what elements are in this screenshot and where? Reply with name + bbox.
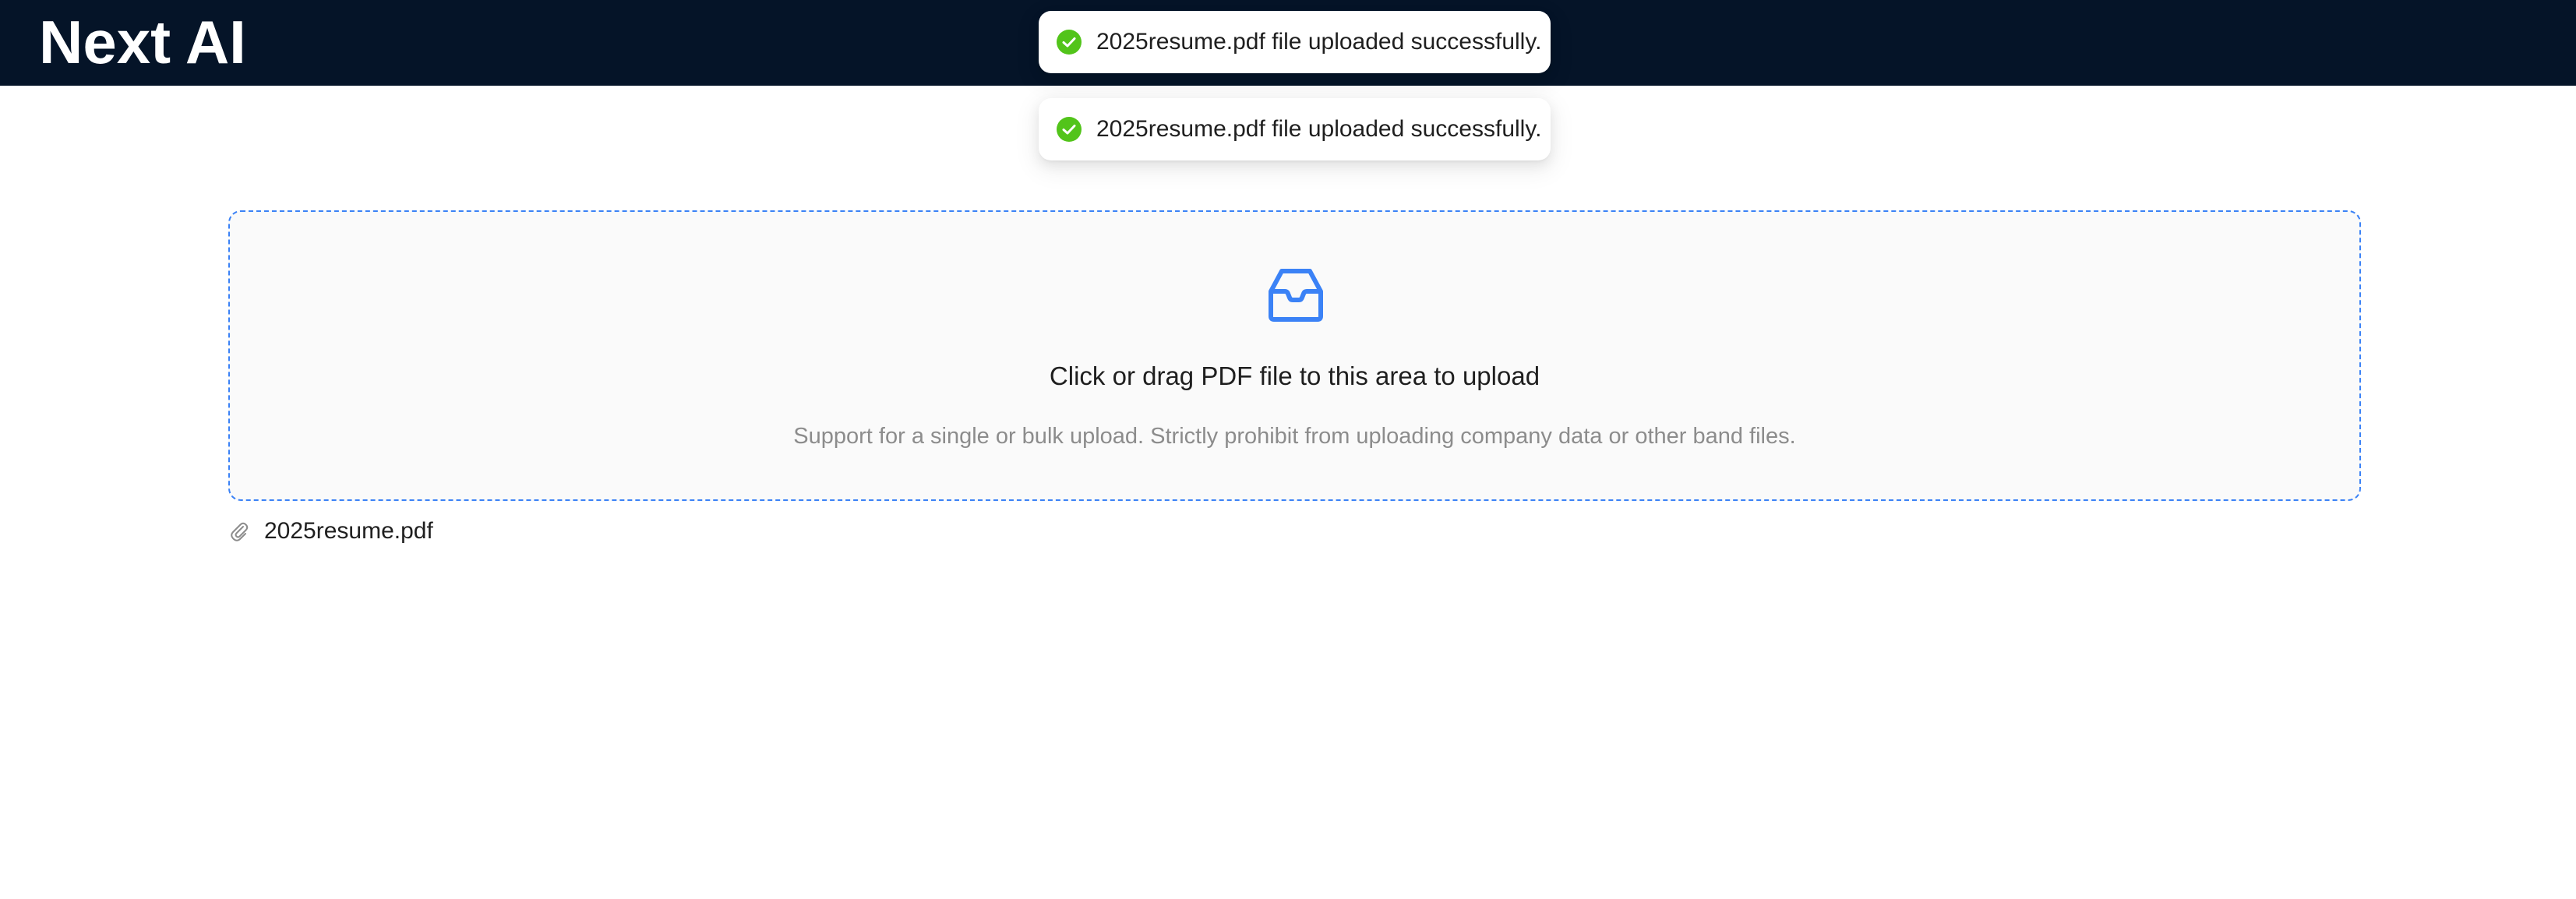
check-circle-icon xyxy=(1057,117,1082,142)
toast-message: 2025resume.pdf file uploaded successfull… xyxy=(1096,29,1542,55)
inbox-icon xyxy=(1269,269,1323,322)
upload-hint: Support for a single or bulk upload. Str… xyxy=(793,424,1796,449)
brand-logo[interactable]: Next AI xyxy=(39,6,246,78)
file-name[interactable]: 2025resume.pdf xyxy=(264,518,433,545)
upload-dropzone[interactable]: Click or drag PDF file to this area to u… xyxy=(228,210,2361,501)
upload-title: Click or drag PDF file to this area to u… xyxy=(1049,361,1540,390)
uploaded-file-item[interactable]: 2025resume.pdf xyxy=(228,514,433,548)
success-toast: 2025resume.pdf file uploaded successfull… xyxy=(1039,98,1551,160)
paperclip-icon xyxy=(231,522,249,541)
check-circle-icon xyxy=(1057,30,1082,55)
success-toast: 2025resume.pdf file uploaded successfull… xyxy=(1039,11,1551,73)
toast-message: 2025resume.pdf file uploaded successfull… xyxy=(1096,116,1542,142)
